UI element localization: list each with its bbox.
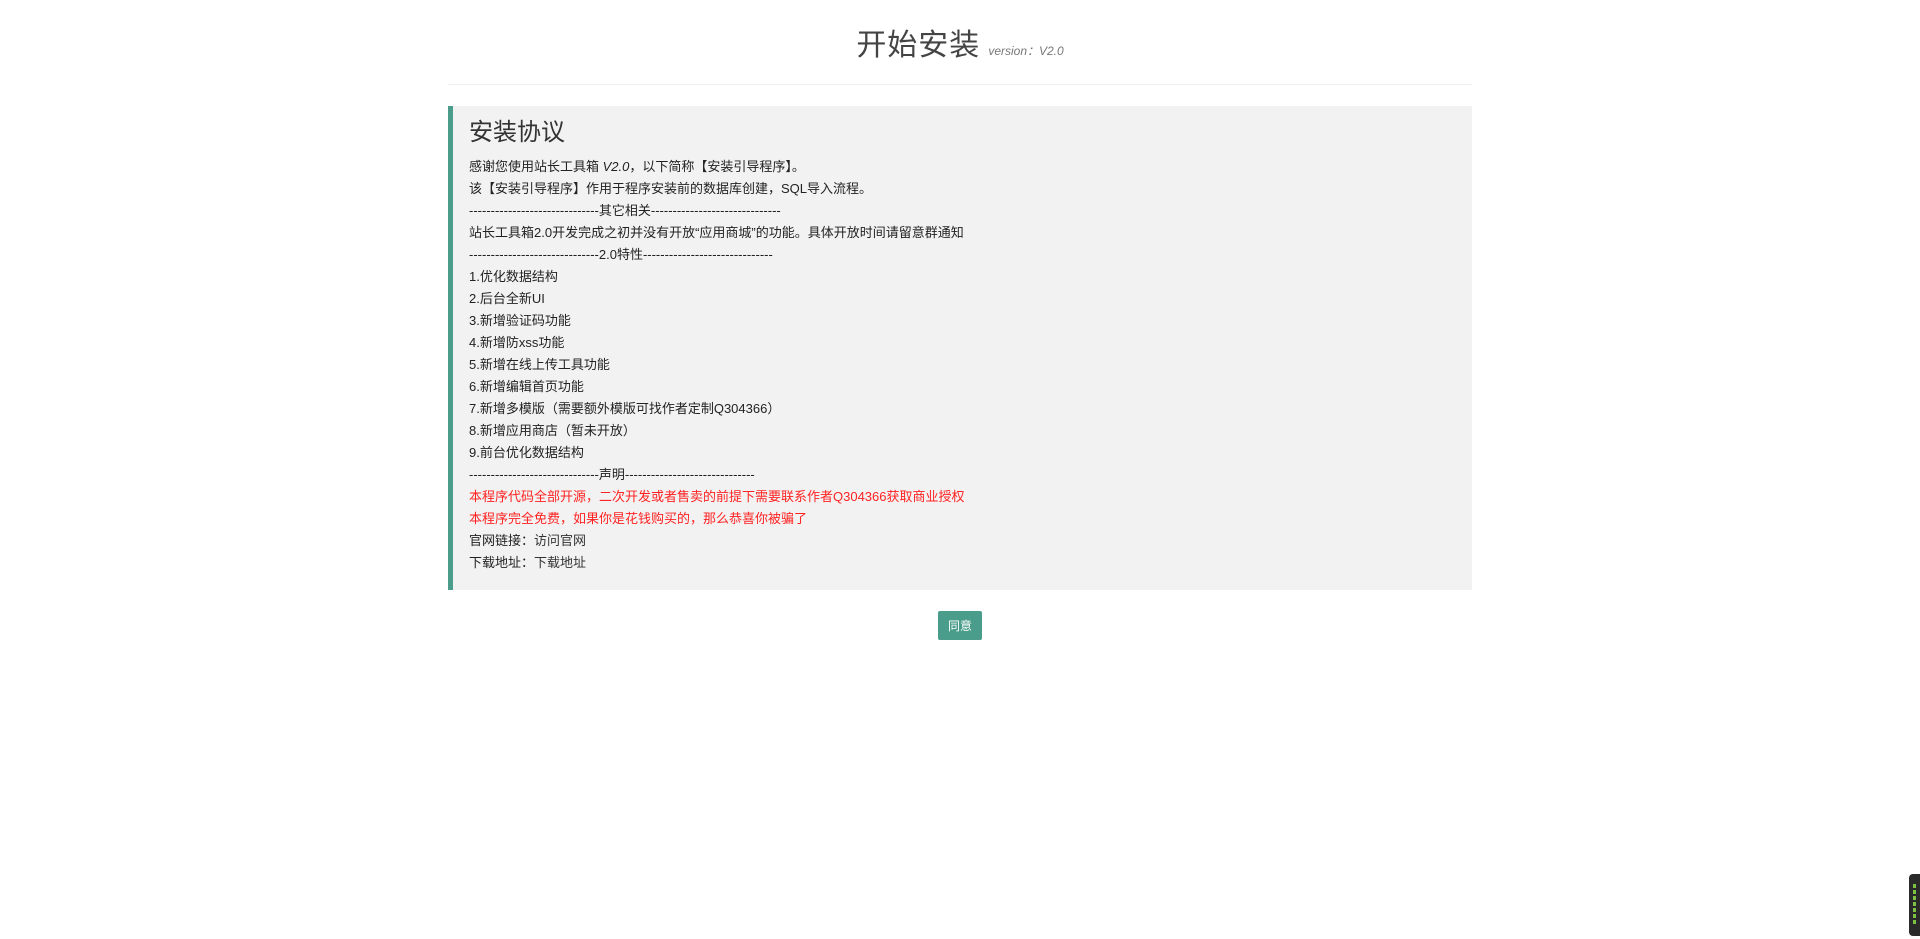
feature-item: 5.新增在线上传工具功能 [469,357,610,372]
feature-item: 8.新增应用商店（暂未开放） [469,423,636,438]
header-divider [448,84,1472,85]
website-row: 官网链接：访问官网 [469,530,1472,552]
feature-item: 4.新增防xss功能 [469,335,565,350]
agreement-line: 该【安装引导程序】作用于程序安装前的数据库创建，SQL导入流程。 [469,181,873,196]
download-label: 下载地址： [469,555,535,570]
meter-bar-icon [1913,890,1916,894]
feature-item: 3.新增验证码功能 [469,313,571,328]
version-label: version：V2.0 [988,44,1064,58]
free-notice: 本程序完全免费，如果你是花钱购买的，那么恭喜你被骗了 [469,511,808,526]
website-link[interactable]: 访问官网 [534,533,586,548]
meter-bar-icon [1913,914,1916,918]
header-title-group: 开始安装 version：V2.0 [0,20,1920,64]
section-divider-features: ------------------------------2.0特性-----… [469,247,773,262]
agreement-line: 站长工具箱2.0开发完成之初并没有开放“应用商城”的功能。具体开放时间请留意群通… [469,225,964,240]
download-link[interactable]: 下载地址 [534,555,586,570]
agreement-panel: 安装协议 感谢您使用站长工具箱 V2.0，以下简称【安装引导程序】。 该【安装引… [448,106,1472,590]
page-header: 开始安装 version：V2.0 [0,0,1920,84]
intro-prefix: 感谢您使用站长工具箱 [469,159,603,174]
agree-button[interactable]: 同意 [938,611,982,640]
section-divider-related: ------------------------------其它相关------… [469,203,781,218]
page-title: 开始安装 [856,29,981,62]
meter-bar-icon [1913,884,1916,888]
feature-item: 9.前台优化数据结构 [469,445,584,460]
network-monitor-widget[interactable] [1909,874,1920,936]
intro-version: V2.0 [602,159,630,174]
meter-bar-icon [1913,896,1916,900]
license-notice: 本程序代码全部开源，二次开发或者售卖的前提下需要联系作者Q304366获取商业授… [469,489,965,504]
feature-item: 7.新增多模版（需要额外模版可找作者定制Q304366） [469,401,781,416]
website-label: 官网链接： [469,533,535,548]
meter-bar-icon [1913,920,1916,924]
meter-bar-icon [1913,902,1916,906]
agreement-heading: 安装协议 [469,119,565,146]
download-row: 下载地址：下载地址 [469,552,1472,574]
feature-item: 2.后台全新UI [469,291,545,306]
feature-item: 1.优化数据结构 [469,269,558,284]
feature-item: 6.新增编辑首页功能 [469,379,584,394]
section-divider-statement: ------------------------------声明--------… [469,467,755,482]
meter-bar-icon [1913,908,1916,912]
agreement-intro: 感谢您使用站长工具箱 V2.0，以下简称【安装引导程序】。 [469,156,1472,178]
intro-suffix: ，以下简称【安装引导程序】。 [629,159,805,174]
